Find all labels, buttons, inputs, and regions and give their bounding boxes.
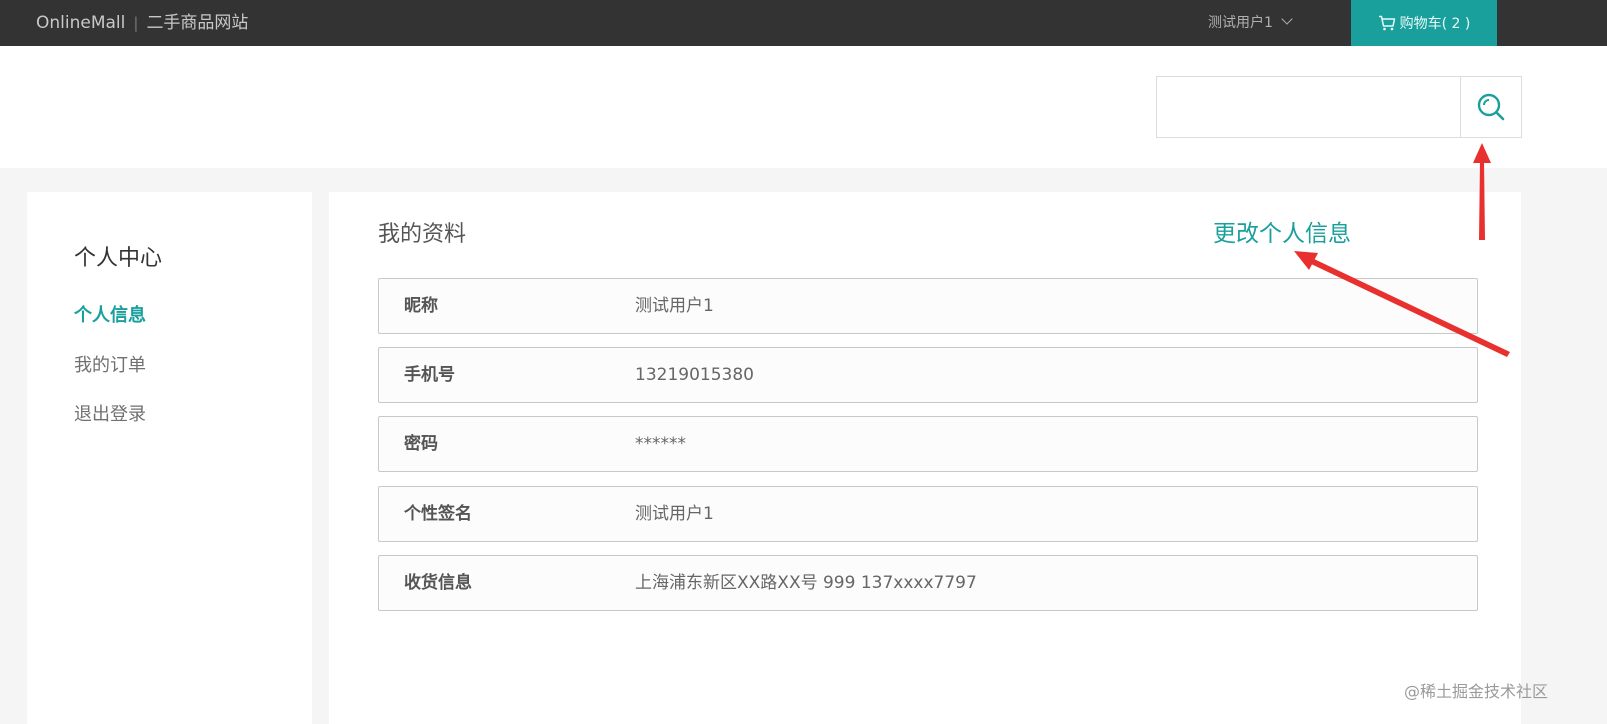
cart-icon xyxy=(1378,15,1395,31)
info-value: 上海浦东新区XX路XX号 999 137xxxx7797 xyxy=(635,573,977,593)
sidebar-item-logout[interactable]: 退出登录 xyxy=(74,400,146,426)
info-row-signature: 个性签名 测试用户1 xyxy=(378,486,1478,542)
sidebar-item-orders[interactable]: 我的订单 xyxy=(74,351,146,377)
info-value: 测试用户1 xyxy=(635,504,714,524)
brand-separator: | xyxy=(133,14,139,32)
info-label: 个性签名 xyxy=(404,504,472,524)
info-label: 手机号 xyxy=(404,365,455,385)
brand-subtitle: 二手商品网站 xyxy=(146,13,249,33)
search-icon xyxy=(1477,93,1505,121)
brand-name: OnlineMall xyxy=(36,13,126,33)
search-button[interactable] xyxy=(1460,76,1522,138)
search-input[interactable] xyxy=(1156,76,1461,138)
sidebar: 个人中心 个人信息 我的订单 退出登录 xyxy=(27,192,312,724)
top-nav-bar: OnlineMall | 二手商品网站 测试用户1 购物车( 2 ) xyxy=(0,0,1607,46)
chevron-down-icon xyxy=(1281,13,1293,25)
info-label: 收货信息 xyxy=(404,573,472,593)
cart-label: 购物车( 2 ) xyxy=(1399,16,1471,32)
info-row-address: 收货信息 上海浦东新区XX路XX号 999 137xxxx7797 xyxy=(378,555,1478,611)
info-row-phone: 手机号 13219015380 xyxy=(378,347,1478,403)
user-menu[interactable]: 测试用户1 xyxy=(1208,0,1293,46)
user-name: 测试用户1 xyxy=(1208,15,1273,31)
edit-profile-link[interactable]: 更改个人信息 xyxy=(1213,214,1351,248)
info-value: 测试用户1 xyxy=(635,296,714,316)
page-title: 我的资料 xyxy=(378,222,467,247)
info-row-password: 密码 ****** xyxy=(378,416,1478,472)
info-value: ****** xyxy=(635,434,686,454)
watermark: @稀土掘金技术社区 xyxy=(1404,682,1549,701)
info-label: 昵称 xyxy=(404,296,438,316)
info-value: 13219015380 xyxy=(635,365,754,385)
sidebar-title: 个人中心 xyxy=(74,246,163,271)
info-label: 密码 xyxy=(404,434,438,454)
cart-button[interactable]: 购物车( 2 ) xyxy=(1351,0,1497,46)
brand[interactable]: OnlineMall | 二手商品网站 xyxy=(36,0,248,46)
info-row-nickname: 昵称 测试用户1 xyxy=(378,278,1478,334)
profile-panel: 我的资料 更改个人信息 昵称 测试用户1 手机号 13219015380 密码 … xyxy=(329,192,1521,724)
header xyxy=(0,46,1607,168)
sidebar-item-profile[interactable]: 个人信息 xyxy=(74,301,146,327)
